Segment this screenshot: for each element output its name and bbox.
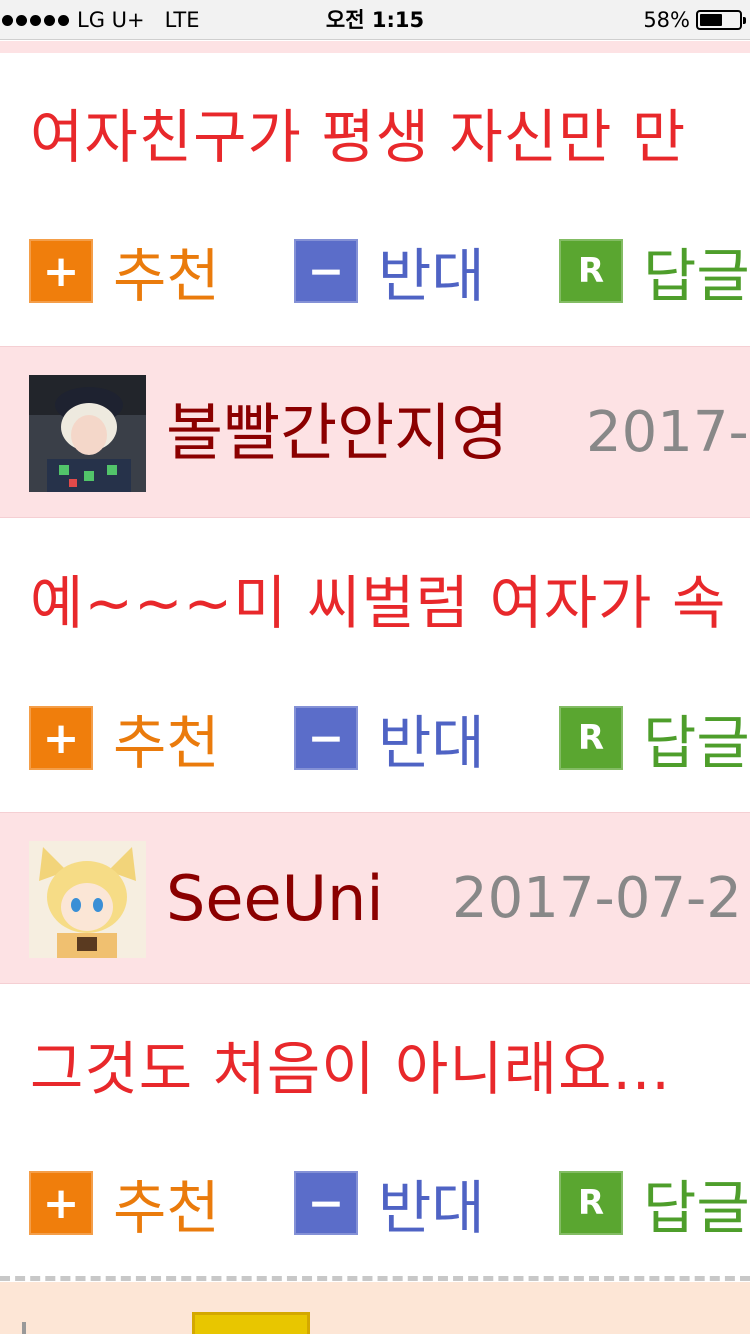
- reply-label: 답글: [643, 242, 750, 310]
- minus-icon: −: [294, 1171, 358, 1235]
- user-avatar-icon[interactable]: [192, 1312, 310, 1334]
- section-divider: [0, 1276, 750, 1281]
- oppose-button[interactable]: − 반대: [294, 238, 485, 310]
- battery-icon: [696, 10, 746, 30]
- comment-date: 2017-: [586, 400, 749, 465]
- oppose-button[interactable]: − 반대: [294, 705, 485, 777]
- comment-header: SeeUni 2017-07-2: [0, 812, 750, 984]
- recommend-button[interactable]: + 추천: [29, 238, 220, 310]
- battery-percent: 58%: [643, 8, 690, 32]
- oppose-label: 반대: [378, 709, 485, 777]
- oppose-button[interactable]: − 반대: [294, 1170, 485, 1242]
- recommend-button[interactable]: + 추천: [29, 1170, 220, 1242]
- reply-button[interactable]: R 답글: [559, 705, 750, 777]
- comment-text[interactable]: 그것도 처음이 아니래요...: [30, 1022, 671, 1106]
- recommend-button[interactable]: + 추천: [29, 705, 220, 777]
- recommend-label: 추천: [113, 709, 220, 777]
- author-name[interactable]: 볼빨간안지영: [166, 347, 508, 519]
- recommend-label: 추천: [113, 242, 220, 310]
- status-time: 오전 1:15: [325, 8, 425, 32]
- comment-header: 볼빨간안지영 2017-: [0, 346, 750, 518]
- oppose-label: 반대: [378, 1174, 485, 1242]
- comment-text[interactable]: 예~~~미 씨벌럼 여자가 속: [30, 556, 726, 640]
- comment-actions: + 추천 − 반대 R 답글: [0, 238, 750, 310]
- plus-icon: +: [29, 1171, 93, 1235]
- status-bar: LG U+ LTE 오전 1:15 58%: [0, 0, 750, 40]
- minus-icon: −: [294, 239, 358, 303]
- reply-button[interactable]: R 답글: [559, 238, 750, 310]
- plus-icon: +: [29, 706, 93, 770]
- user-avatar-icon[interactable]: [29, 841, 146, 958]
- reply-button[interactable]: R 답글: [559, 1170, 750, 1242]
- previous-header-strip: [0, 41, 750, 53]
- comment-date: 2017-07-2: [452, 866, 742, 931]
- reply-label: 답글: [643, 709, 750, 777]
- reply-label: 답글: [643, 1174, 750, 1242]
- comment-actions: + 추천 − 반대 R 답글: [0, 705, 750, 777]
- next-comment-header: [0, 1282, 750, 1334]
- user-avatar-icon[interactable]: [29, 375, 146, 492]
- oppose-label: 반대: [378, 242, 485, 310]
- author-name[interactable]: SeeUni: [166, 813, 384, 985]
- comment-text[interactable]: 여자친구가 평생 자신만 만: [30, 90, 686, 174]
- indent-marker: [22, 1322, 26, 1334]
- minus-icon: −: [294, 706, 358, 770]
- status-right: 58%: [643, 0, 746, 40]
- comment-actions: + 추천 − 반대 R 답글: [0, 1170, 750, 1242]
- battery-fill: [700, 14, 723, 26]
- plus-icon: +: [29, 239, 93, 303]
- reply-icon: R: [559, 706, 623, 770]
- recommend-label: 추천: [113, 1174, 220, 1242]
- reply-icon: R: [559, 1171, 623, 1235]
- reply-icon: R: [559, 239, 623, 303]
